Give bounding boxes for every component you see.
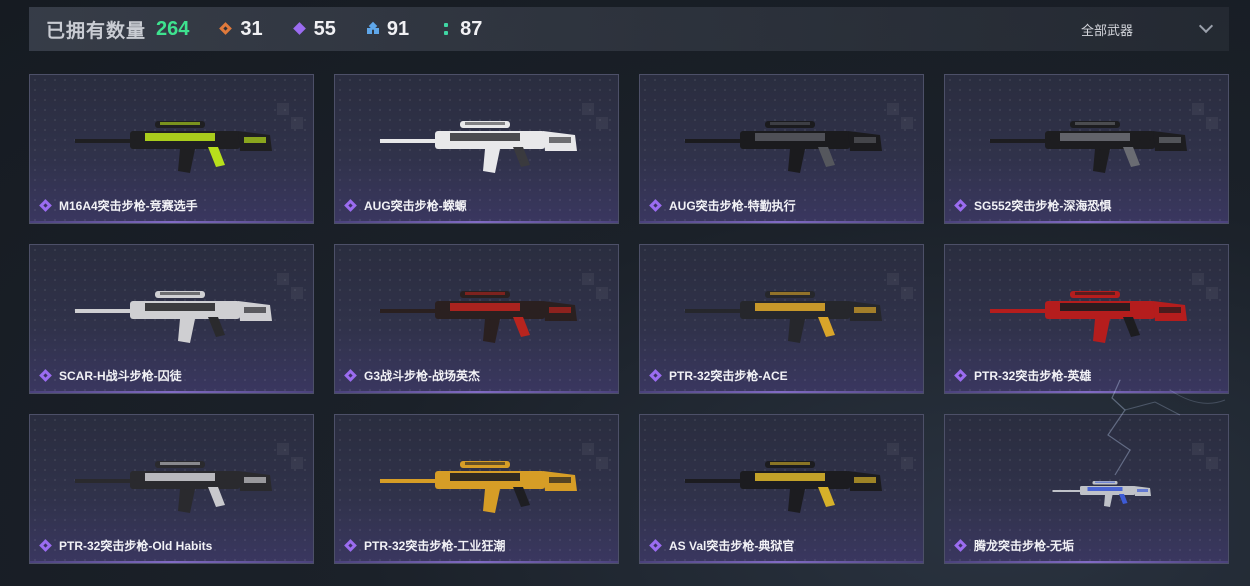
weapon-filter-label: 全部武器 [1081, 22, 1134, 38]
weapon-image [990, 291, 1187, 343]
purple-rarity-icon [39, 199, 53, 213]
weapon-card[interactable]: PTR-32突击步枪-ACE [639, 244, 924, 394]
weapon-image [1052, 481, 1151, 507]
purple-rarity-icon [954, 369, 968, 383]
orange-rarity-icon [219, 22, 233, 36]
purple-rarity-icon [344, 199, 358, 213]
weapon-card[interactable]: PTR-32突击步枪-Old Habits [29, 414, 314, 564]
inventory-header: 已拥有数量 264 31 55 91 87 全部武器 [29, 7, 1229, 51]
weapon-name: AUG突击步枪-蝾螈 [364, 199, 467, 213]
weapon-name-row: PTR-32突击步枪-英雄 [954, 367, 1091, 384]
weapon-card[interactable]: M16A4突击步枪-竞赛选手 [29, 74, 314, 224]
stat-orange: 31 [219, 18, 262, 41]
weapon-name-row: G3战斗步枪-战场英杰 [344, 367, 480, 384]
weapon-name: PTR-32突击步枪-英雄 [974, 369, 1092, 383]
stat-blue: 91 [366, 18, 409, 41]
weapon-name-row: AUG突击步枪-蝾螈 [344, 197, 467, 214]
purple-rarity-icon [649, 539, 663, 553]
weapon-name-row: AUG突击步枪-特勤执行 [649, 197, 796, 214]
weapon-image [685, 461, 882, 513]
weapon-name-row: 腾龙突击步枪-无垢 [954, 537, 1074, 554]
weapon-name: SCAR-H战斗步枪-囚徒 [59, 369, 182, 383]
weapon-image [380, 121, 577, 173]
purple-rarity-icon [649, 199, 663, 213]
weapon-name: PTR-32突击步枪-工业狂潮 [364, 539, 506, 553]
weapon-name: 腾龙突击步枪-无垢 [974, 539, 1074, 553]
weapon-image [685, 121, 882, 173]
weapon-name: AS Val突击步枪-典狱官 [669, 539, 795, 553]
purple-rarity-icon [293, 22, 307, 36]
purple-rarity-icon [39, 539, 53, 553]
chevron-down-icon [1198, 18, 1214, 34]
green-rarity-icon [439, 22, 453, 36]
purple-rarity-icon [39, 369, 53, 383]
stat-green: 87 [439, 18, 482, 41]
stat-blue-value: 91 [386, 17, 410, 40]
weapon-name: AUG突击步枪-特勤执行 [669, 199, 796, 213]
weapon-name: PTR-32突击步枪-Old Habits [59, 539, 213, 553]
weapon-card[interactable]: AS Val突击步枪-典狱官 [639, 414, 924, 564]
weapon-card[interactable]: PTR-32突击步枪-英雄 [944, 244, 1229, 394]
weapon-card[interactable]: SG552突击步枪-深海恐惧 [944, 74, 1229, 224]
weapon-card[interactable]: 腾龙突击步枪-无垢 [944, 414, 1229, 564]
weapon-name-row: AS Val突击步枪-典狱官 [649, 537, 794, 554]
weapon-name: SG552突击步枪-深海恐惧 [974, 199, 1112, 213]
stat-purple: 55 [293, 18, 336, 41]
weapon-name-row: PTR-32突击步枪-Old Habits [39, 537, 212, 554]
weapon-image [75, 461, 272, 513]
weapon-image [380, 461, 577, 513]
weapon-image [380, 291, 577, 343]
weapon-card[interactable]: PTR-32突击步枪-工业狂潮 [334, 414, 619, 564]
weapon-card[interactable]: AUG突击步枪-特勤执行 [639, 74, 924, 224]
weapon-name-row: SG552突击步枪-深海恐惧 [954, 197, 1111, 214]
owned-count: 264 [156, 17, 190, 40]
weapon-image [75, 121, 272, 173]
purple-rarity-icon [954, 199, 968, 213]
purple-rarity-icon [344, 539, 358, 553]
weapon-name: M16A4突击步枪-竞赛选手 [59, 199, 198, 213]
weapon-name: G3战斗步枪-战场英杰 [364, 369, 481, 383]
weapon-name-row: M16A4突击步枪-竞赛选手 [39, 197, 198, 214]
purple-rarity-icon [954, 539, 968, 553]
stat-orange-value: 31 [240, 17, 263, 40]
purple-rarity-icon [649, 369, 663, 383]
blue-rarity-icon [366, 22, 380, 36]
weapon-card[interactable]: SCAR-H战斗步枪-囚徒 [29, 244, 314, 394]
weapon-card[interactable]: AUG突击步枪-蝾螈 [334, 74, 619, 224]
owned-label: 已拥有数量 [46, 20, 147, 42]
stat-green-value: 87 [460, 17, 483, 40]
weapon-name: PTR-32突击步枪-ACE [669, 369, 788, 383]
weapon-image [75, 291, 272, 343]
weapon-name-row: PTR-32突击步枪-工业狂潮 [344, 537, 505, 554]
weapon-name-row: PTR-32突击步枪-ACE [649, 367, 788, 384]
weapon-grid: M16A4突击步枪-竞赛选手 AUG突击步枪-蝾螈 AUG突击步枪-特勤执行 SG55… [29, 74, 1230, 574]
weapon-image [685, 291, 882, 343]
weapon-card[interactable]: G3战斗步枪-战场英杰 [334, 244, 619, 394]
weapon-image [990, 121, 1187, 173]
weapon-filter-dropdown[interactable]: 全部武器 [1067, 7, 1217, 51]
weapon-name-row: SCAR-H战斗步枪-囚徒 [39, 367, 182, 384]
purple-rarity-icon [344, 369, 358, 383]
stat-purple-value: 55 [313, 17, 336, 40]
